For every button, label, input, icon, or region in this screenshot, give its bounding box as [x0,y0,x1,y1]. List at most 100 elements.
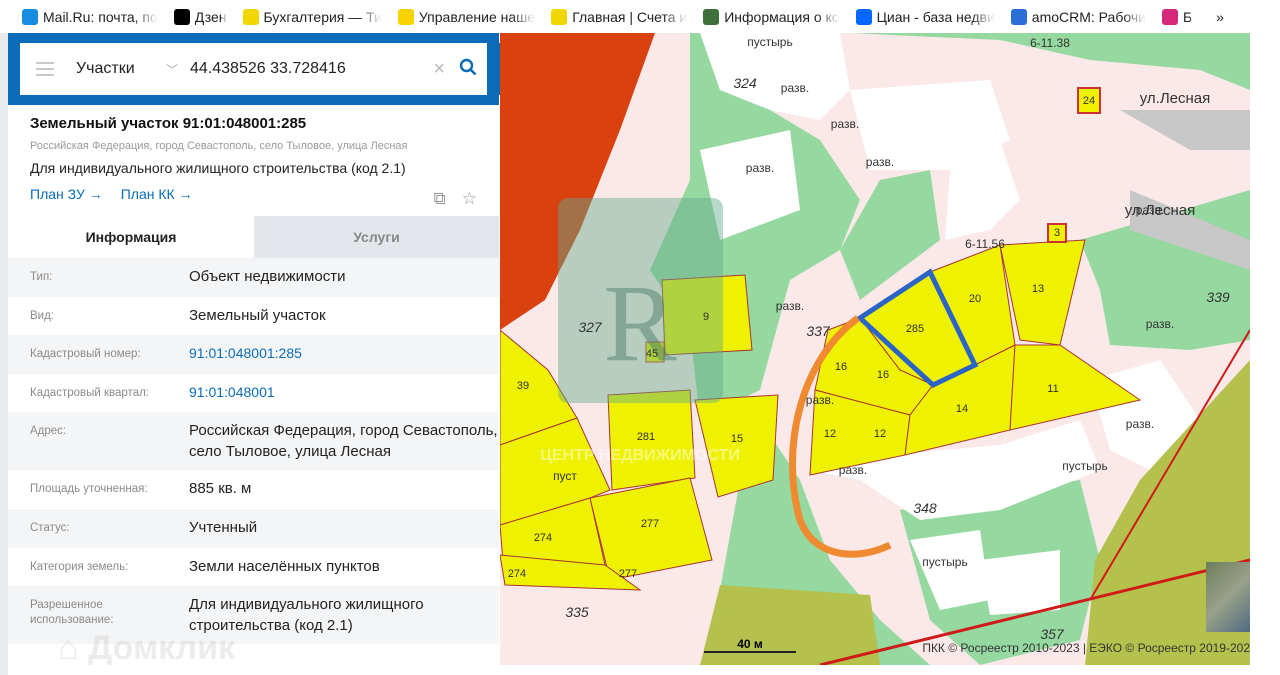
bookmark-label: Бухгалтерия — Ти [263,8,382,25]
info-value-link[interactable]: 91:01:048001:285 [189,343,499,364]
bookmark-item[interactable]: Информация о ко [703,8,840,25]
mailru-icon [22,8,38,25]
tab-info[interactable]: Информация [8,216,254,258]
info-row: Вид: Земельный участок [8,296,499,336]
info-label: Кадастровый номер: [30,348,141,361]
bookmark-label: Информация о ко [724,8,840,25]
map-label: разв. [1126,417,1154,431]
map-label: разв. [746,161,774,175]
map-label: 6-11.38 [1030,36,1070,50]
category-select[interactable]: Участки [76,60,166,78]
map-label: 335 [565,604,589,620]
menu-icon[interactable] [36,62,54,76]
search-icon[interactable] [459,58,477,81]
map-scale: 40 м [704,637,796,653]
bookmark-label: Mail.Ru: почта, по [43,8,158,25]
star-icon[interactable]: ☆ [462,189,477,209]
info-value: Объект недвижимости [189,268,346,285]
map-label: 6-11.56 [965,237,1005,251]
tinkoff-icon [242,8,259,25]
map-label: 14 [956,403,968,415]
map-label: пустырь [922,555,967,569]
info-table: Тип: Объект недвижимости Вид: Земельный уча… [8,258,499,645]
map-label: 9 [703,311,709,323]
clear-icon[interactable]: × [433,58,445,81]
map-label: 274 [508,568,526,580]
bookmark-label: Дзен [194,8,227,25]
map-label: 45 [646,348,658,360]
info-value: Учтенный [189,518,258,536]
bookmark-item[interactable]: Б [1161,8,1193,25]
info-row: Адрес: Российская Федерация, город Севаст… [8,412,499,471]
bookmark-item[interactable]: Дзен [173,8,227,25]
info-row: Статус: Учтенный [8,508,499,548]
map-label: 285 [906,323,924,335]
search-input[interactable]: 44.438526 33.728416 [190,60,433,78]
map-label: разв. [839,463,867,477]
map-label: 337 [806,323,831,339]
bookmark-label: Циан - база недви [876,8,995,25]
bookmark-label: Управление наше [418,8,536,25]
map-label: 327 [578,319,603,335]
bookmark-item[interactable]: Mail.Ru: почта, по [22,8,158,25]
svg-text:ЦЕНТР НЕДВИЖИМОСТИ: ЦЕНТР НЕДВИЖИМОСТИ [540,447,740,464]
cian-icon [855,8,872,25]
satellite-layer-toggle[interactable] [1206,562,1250,632]
map-label: 15 [731,433,743,445]
bookmark-item[interactable]: Бухгалтерия — Ти [242,8,382,25]
map-label: 274 [534,532,552,544]
info-label: Статус: [30,521,70,534]
rk-icon [703,8,720,25]
bookmarks-more-button[interactable]: » [1216,9,1224,25]
info-label: Адрес: [30,425,67,438]
map-label: 12 [824,428,836,440]
info-row: Кадастровый квартал: 91:01:048001 [8,373,499,413]
info-row: Разрешенное использование: Для индивидуал… [8,586,499,645]
map-label: 13 [1032,283,1044,295]
map-label: 39 [517,380,529,392]
map-label: разв. [831,117,859,131]
map-canvas[interactable]: R ЦЕНТР НЕДВИЖИМОСТИ пустырь разв. 324 разв… [500,33,1250,665]
map-label: разв. [866,155,894,169]
map-label: 3 [1054,227,1060,239]
bookmark-item[interactable]: Циан - база недви [855,8,995,25]
bookmark-label: Главная | Счета и [572,8,688,25]
info-label: Кадастровый квартал: [30,386,149,399]
info-label: Площадь уточненная: [30,483,148,496]
bookmark-label: Б [1182,8,1193,25]
bookmark-label: amoCRM: Рабочи [1031,8,1146,25]
bookmark-item[interactable]: Управление наше [397,8,536,25]
map-label: пустырь [1062,459,1107,473]
info-panel: Участки ﹀ 44.438526 33.728416 × Земельны… [8,33,499,665]
bookmark-item[interactable]: Главная | Счета и [551,8,688,25]
chevron-down-icon[interactable]: ﹀ [166,61,178,78]
map-label: 277 [619,568,637,580]
map-label: 16 [877,369,889,381]
map-label: 16 [835,361,847,373]
bookmark-item[interactable]: amoCRM: Рабочи [1010,8,1146,25]
map-label: разв. [806,393,834,407]
info-label: Тип: [30,271,53,283]
tab-services[interactable]: Услуги [254,216,499,258]
map-label: разв. [1146,317,1174,331]
1c-icon [397,8,414,25]
plan-kk-link[interactable]: План КК → [121,186,193,202]
search-on-map-icon[interactable]: ⧉ [434,189,446,209]
object-use: Для индивидуального жилищного строительс… [30,160,406,176]
map-label: 324 [733,75,757,91]
map-label: разв. [776,299,804,313]
info-row: Категория земель: Земли населённых пункто… [8,547,499,587]
plan-zu-link[interactable]: План ЗУ → [30,186,103,202]
map-label: 277 [641,518,659,530]
cadastral-map: R ЦЕНТР НЕДВИЖИМОСТИ пустырьразв.324разв… [500,33,1250,665]
map-label: пуст [553,469,577,483]
map-label: 339 [1206,289,1230,305]
info-row: Площадь уточненная: 885 кв. м [8,470,499,509]
window-edge [0,33,8,675]
info-value-link[interactable]: 91:01:048001 [189,382,499,403]
map-label: 20 [969,293,981,305]
tinkoff-icon [551,8,568,25]
info-value: Для индивидуального жилищного строительс… [189,596,424,635]
map-label: 11 [1047,383,1058,395]
info-label: Вид: [30,309,54,322]
